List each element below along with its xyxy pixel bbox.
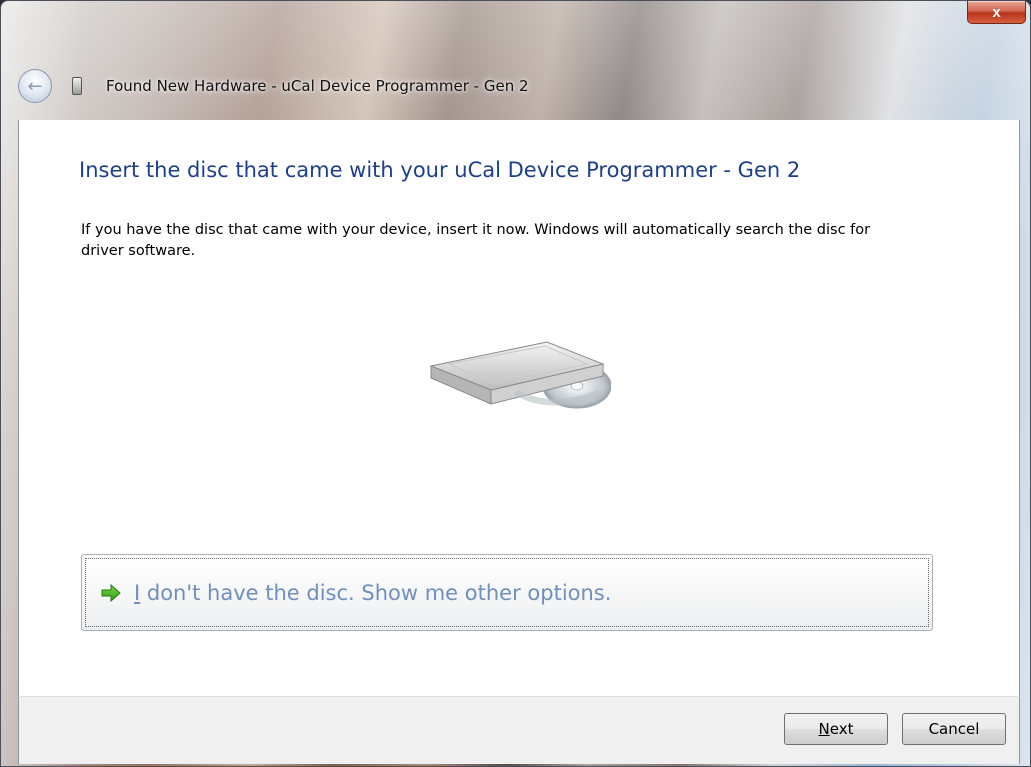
hardware-device-icon (72, 77, 82, 95)
page-description: If you have the disc that came with your… (81, 222, 871, 259)
wizard-footer: Next Cancel (18, 696, 1020, 764)
back-arrow-icon: ← (27, 75, 43, 97)
window-title: Found New Hardware - uCal Device Program… (106, 77, 529, 95)
back-button[interactable]: ← (18, 69, 52, 103)
next-button[interactable]: Next (784, 713, 888, 745)
close-button[interactable]: x (967, 1, 1026, 24)
focus-rect: I don't have the disc. Show me other opt… (85, 558, 929, 627)
close-icon: x (992, 3, 1001, 21)
page-heading: Insert the disc that came with your uCal… (79, 158, 801, 182)
green-arrow-icon (101, 583, 121, 602)
no-disc-option-label: I don't have the disc. Show me other opt… (134, 580, 612, 605)
title-bar: ← Found New Hardware - uCal Device Progr… (18, 64, 1001, 108)
disc-drive-icon (429, 341, 611, 409)
wizard-content: Insert the disc that came with your uCal… (18, 120, 1020, 696)
cancel-button[interactable]: Cancel (902, 713, 1006, 745)
no-disc-option[interactable]: I don't have the disc. Show me other opt… (81, 554, 933, 631)
